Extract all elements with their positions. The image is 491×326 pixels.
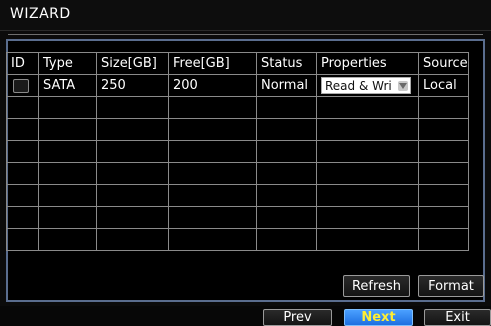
properties-dropdown[interactable]: Read & Wri: [321, 77, 411, 94]
row-type: SATA: [38, 74, 97, 97]
row-id-cell: [6, 74, 39, 97]
table-row[interactable]: SATA 250 200 Normal Read & Wri Local: [6, 74, 469, 97]
header-source: Source: [418, 52, 469, 75]
disk-select-checkbox[interactable]: [13, 78, 29, 93]
prev-button[interactable]: Prev: [263, 309, 332, 326]
row-properties-cell: Read & Wri: [316, 74, 419, 97]
chevron-down-icon: [398, 80, 408, 91]
table-row: [6, 118, 469, 141]
header-size: Size[GB]: [96, 52, 169, 75]
format-button[interactable]: Format: [418, 275, 484, 297]
exit-button[interactable]: Exit: [424, 309, 491, 326]
table-row: [6, 162, 469, 185]
header-status: Status: [256, 52, 317, 75]
table-row: [6, 206, 469, 229]
refresh-button[interactable]: Refresh: [343, 275, 410, 297]
disk-table: ID Type Size[GB] Free[GB] Status Propert…: [6, 52, 469, 251]
navigation-bar: [0, 306, 491, 326]
row-status: Normal: [256, 74, 317, 97]
table-row: [6, 96, 469, 119]
properties-value: Read & Wri: [325, 78, 392, 93]
next-button[interactable]: Next: [344, 309, 413, 326]
row-free: 200: [168, 74, 257, 97]
header-id: ID: [6, 52, 39, 75]
table-header-row: ID Type Size[GB] Free[GB] Status Propert…: [6, 52, 469, 75]
table-row: [6, 228, 469, 251]
title-bar: WIZARD: [0, 0, 491, 31]
title-divider: [8, 34, 483, 35]
table-row: [6, 184, 469, 207]
row-size: 250: [96, 74, 169, 97]
header-free: Free[GB]: [168, 52, 257, 75]
table-row: [6, 140, 469, 163]
row-source: Local: [418, 74, 469, 97]
window-title: WIZARD: [10, 6, 71, 22]
header-type: Type: [38, 52, 97, 75]
header-properties: Properties: [316, 52, 419, 75]
